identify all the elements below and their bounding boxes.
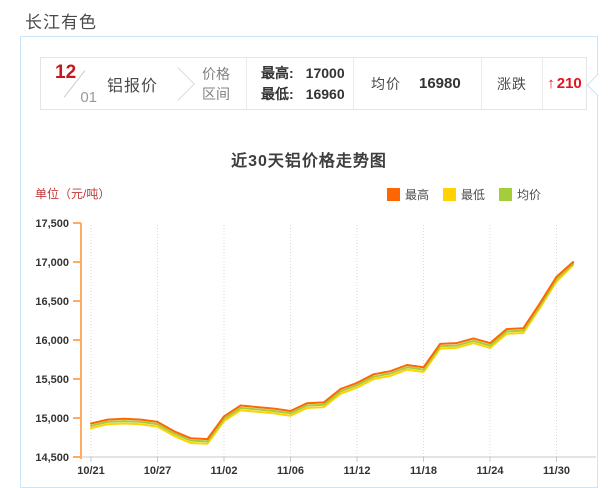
series-line-low bbox=[90, 264, 575, 445]
change-label-cell: 涨跌 bbox=[481, 58, 542, 109]
date-badge: 12 01 bbox=[55, 61, 97, 106]
page-title: 长江有色 bbox=[25, 13, 97, 32]
date-day: 01 bbox=[80, 88, 97, 106]
high-low-cell: 最高: 17000 最低: 16960 bbox=[246, 58, 353, 109]
legend-label-avg: 均价 bbox=[516, 188, 541, 202]
y-axis-label: 15,000 bbox=[35, 413, 69, 425]
avg-label: 均价 bbox=[371, 75, 401, 92]
up-arrow-icon: ↑ bbox=[547, 75, 555, 92]
legend-item-avg: 均价 bbox=[498, 186, 541, 203]
legend-label-high: 最高 bbox=[404, 188, 429, 202]
date-month: 12 bbox=[55, 61, 77, 83]
legend-swatch-high bbox=[386, 188, 400, 201]
legend-swatch-low bbox=[442, 188, 456, 201]
legend-item-low: 最低 bbox=[442, 186, 485, 203]
y-axis-unit-label: 单位（元/吨） bbox=[35, 187, 111, 201]
legend: 最高 最低 均价 bbox=[386, 186, 541, 203]
y-axis-label: 15,500 bbox=[35, 374, 69, 386]
price-chart-svg: 10/21 10/27 11/02 11/06 11/12 11/18 11/24 11/30… bbox=[35, 218, 596, 477]
high-value: 17000 bbox=[305, 64, 345, 81]
change-value: 210 bbox=[556, 75, 582, 92]
avg-cell: 均价 16980 bbox=[353, 58, 481, 109]
y-axis-label: 17,500 bbox=[35, 218, 69, 230]
x-axis-label: 11/06 bbox=[277, 465, 304, 477]
x-axis-label: 10/21 bbox=[77, 465, 105, 477]
avg-value: 16980 bbox=[419, 75, 461, 92]
quote-bar[interactable]: 12 01 铝报价 价格 区间 最高: 17000 最低: 16960 均价 1… bbox=[40, 57, 587, 110]
legend-label-low: 最低 bbox=[460, 188, 485, 202]
x-axis-label: 11/30 bbox=[543, 465, 570, 477]
y-axis-label: 16,500 bbox=[35, 296, 69, 308]
high-label: 最高: bbox=[261, 64, 294, 81]
x-axis-label: 11/24 bbox=[477, 465, 505, 477]
change-label: 涨跌 bbox=[497, 75, 527, 92]
series-line-high bbox=[90, 261, 575, 441]
product-name: 铝报价 bbox=[107, 77, 159, 95]
selected-pointer-notch bbox=[586, 73, 610, 97]
price-range-line2: 区间 bbox=[202, 85, 230, 102]
low-row: 最低: 16960 bbox=[261, 84, 345, 105]
x-axis-label: 11/18 bbox=[410, 465, 437, 477]
series-line-avg bbox=[90, 262, 575, 443]
change-value-cell: ↑ 210 bbox=[542, 58, 586, 109]
y-axis-label: 17,000 bbox=[35, 257, 69, 269]
chart-title: 近30天铝价格走势图 bbox=[231, 153, 387, 170]
x-axis-label: 10/27 bbox=[144, 465, 172, 477]
legend-swatch-avg bbox=[498, 188, 512, 201]
x-axis-label: 11/12 bbox=[344, 465, 371, 477]
y-axis-label: 16,000 bbox=[35, 335, 69, 347]
legend-item-high: 最高 bbox=[386, 186, 429, 203]
quote-panel: 12 01 铝报价 价格 区间 最高: 17000 最低: 16960 均价 1… bbox=[20, 36, 610, 488]
x-axis-label: 11/02 bbox=[211, 465, 238, 477]
price-range-line1: 价格 bbox=[202, 65, 230, 82]
y-axis-label: 14,500 bbox=[35, 452, 69, 464]
high-row: 最高: 17000 bbox=[261, 63, 345, 84]
low-label: 最低: bbox=[261, 85, 294, 102]
low-value: 16960 bbox=[305, 85, 345, 102]
quote-cell-product: 12 01 铝报价 bbox=[41, 58, 195, 109]
